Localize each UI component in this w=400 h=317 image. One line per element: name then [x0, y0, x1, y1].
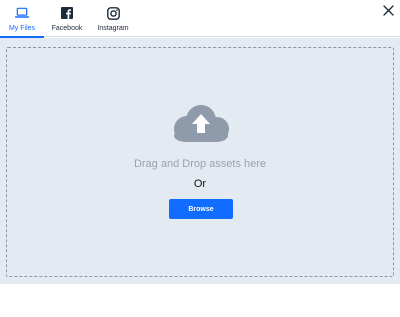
tab-label: Instagram [97, 25, 129, 32]
tab-my-files[interactable]: My Files [0, 0, 44, 38]
source-tabbar: My Files Facebook Instagram [0, 0, 400, 38]
laptop-icon [15, 5, 29, 21]
tab-label: My Files [8, 25, 36, 32]
tab-facebook[interactable]: Facebook [48, 0, 86, 37]
dialog-footer [0, 284, 400, 317]
tab-instagram[interactable]: Instagram [95, 0, 131, 37]
close-button[interactable] [380, 4, 396, 20]
media-upload-dialog: My Files Facebook Instagram Drag and Dro… [0, 0, 400, 317]
facebook-icon [61, 5, 73, 21]
instagram-icon [106, 5, 120, 21]
browse-button[interactable]: Browse [169, 199, 233, 219]
or-separator: Or [193, 178, 207, 190]
tab-label: Facebook [51, 25, 83, 32]
cloud-upload-icon [173, 105, 229, 143]
drop-instructions: Drag and Drop assets here [133, 158, 267, 170]
close-icon [382, 3, 394, 21]
